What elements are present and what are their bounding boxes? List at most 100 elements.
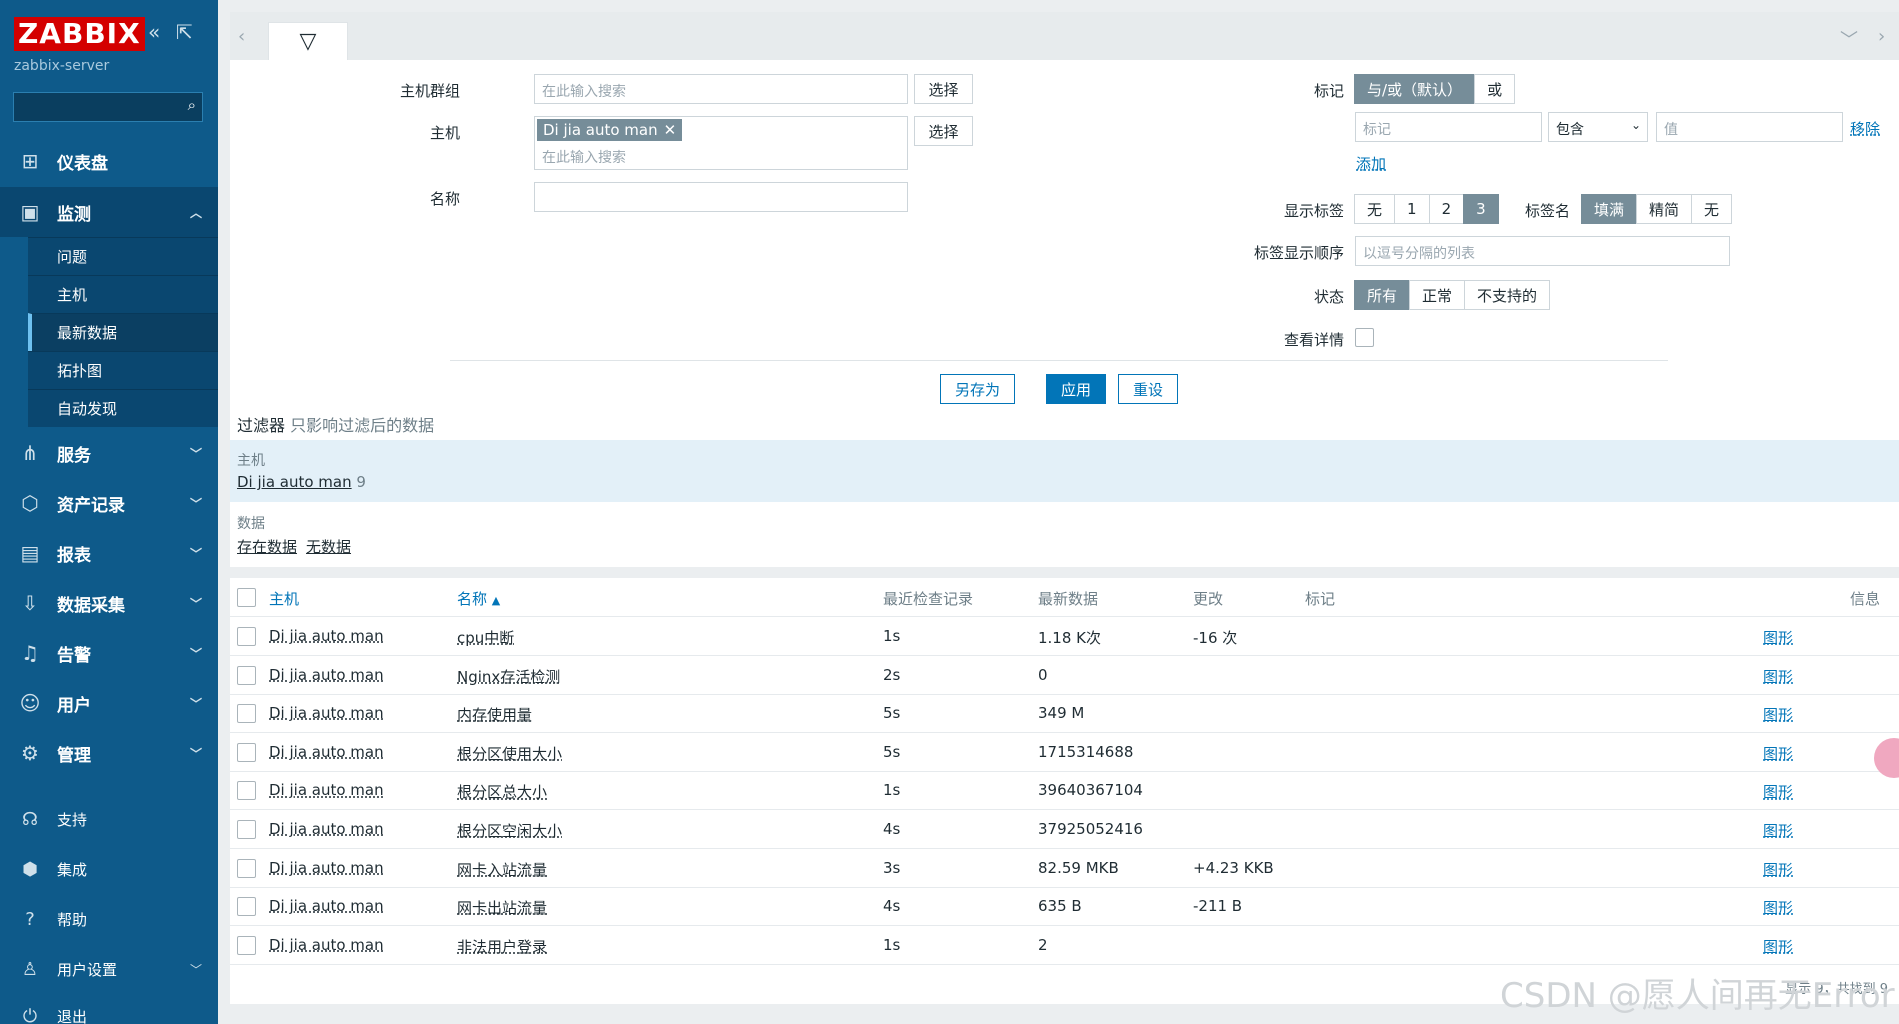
row-item-name[interactable]: 网卡出站流量 <box>457 897 547 918</box>
tags-or-option[interactable]: 或 <box>1474 74 1516 104</box>
chevron-down-icon[interactable]: ﹀ <box>1840 26 1858 52</box>
row-checkbox[interactable] <box>237 627 256 646</box>
row-host[interactable]: Di jia auto man <box>269 743 384 761</box>
host-groups-input[interactable]: 在此输入搜索 <box>534 74 908 104</box>
row-checkbox[interactable] <box>237 665 256 685</box>
nav-alerts[interactable]: ♫ 告警 ﹀ <box>0 628 218 678</box>
row-item-name[interactable]: 非法用户登录 <box>457 936 547 957</box>
tag-name-full[interactable]: 填满 <box>1581 194 1638 224</box>
row-checkbox[interactable] <box>237 820 256 839</box>
sub-hosts[interactable]: 主机 <box>28 275 218 313</box>
hosts-select-button[interactable]: 选择 <box>914 116 973 146</box>
select-all-checkbox[interactable] <box>237 588 256 607</box>
row-host[interactable]: Di jia auto man <box>269 820 384 838</box>
row-graph-link[interactable]: 图形 <box>1763 743 1793 764</box>
row-graph-link[interactable]: 图形 <box>1763 820 1793 841</box>
row-checkbox[interactable] <box>237 858 256 878</box>
nav-user-settings[interactable]: ♙ 用户设置 ﹀ <box>0 949 218 989</box>
nav-sign-out[interactable]: ⏻ 退出 <box>0 996 218 1024</box>
tag-operator-select[interactable]: 包含 ⌄ <box>1548 112 1648 142</box>
chevron-right-icon[interactable]: › <box>1878 26 1885 47</box>
nav-reports[interactable]: ▤ 报表 ﹀ <box>0 528 218 578</box>
state-unsupported[interactable]: 不支持的 <box>1464 280 1551 310</box>
row-graph-link[interactable]: 图形 <box>1763 781 1793 802</box>
add-tag-link[interactable]: 添加 <box>1356 153 1386 174</box>
tag-order-input[interactable]: 以逗号分隔的列表 <box>1355 236 1730 266</box>
row-checkbox[interactable] <box>237 704 256 724</box>
state-all[interactable]: 所有 <box>1354 280 1411 310</box>
row-item-name[interactable]: cpu中断 <box>457 627 514 648</box>
sub-latest-data[interactable]: 最新数据 <box>28 313 218 351</box>
row-checkbox[interactable] <box>237 897 256 917</box>
row-host[interactable]: Di jia auto man <box>269 704 384 722</box>
summary-host-entry[interactable]: Di jia auto man 9 <box>237 473 366 491</box>
row-checkbox[interactable] <box>237 781 256 801</box>
tags-andor-option[interactable]: 与/或（默认） <box>1354 74 1476 104</box>
row-checkbox[interactable] <box>237 935 256 955</box>
details-checkbox[interactable] <box>1355 328 1374 347</box>
sub-discovery[interactable]: 自动发现 <box>28 389 218 427</box>
nav-support[interactable]: ☊ 支持 <box>0 799 218 839</box>
search-icon[interactable]: ⌕ <box>188 96 196 114</box>
sub-problems[interactable]: 问题 <box>28 237 218 275</box>
chevron-left-icon[interactable]: ‹ <box>238 26 245 47</box>
apply-button[interactable]: 应用 <box>1046 374 1106 404</box>
row-graph-link[interactable]: 图形 <box>1763 897 1793 918</box>
nav-users[interactable]: ☺ 用户 ﹀ <box>0 678 218 728</box>
summary-with-data[interactable]: 存在数据 <box>237 536 297 557</box>
kiosk-mode-icon[interactable]: ⇱ <box>176 20 193 44</box>
host-groups-select-button[interactable]: 选择 <box>914 74 973 104</box>
zabbix-logo[interactable]: ZABBIX <box>14 17 145 51</box>
save-as-button[interactable]: 另存为 <box>940 374 1015 404</box>
show-tags-2[interactable]: 2 <box>1428 194 1465 224</box>
row-item-name[interactable]: 根分区空闲大小 <box>457 820 562 841</box>
header-host[interactable]: 主机 <box>269 588 299 609</box>
host-chip[interactable]: Di jia auto man ✕ <box>537 119 683 141</box>
row-host[interactable]: Di jia auto man <box>269 859 384 877</box>
row-item-name[interactable]: 根分区使用大小 <box>457 743 562 764</box>
tag-name-input[interactable]: 标记 <box>1355 112 1542 142</box>
sidebar-search-input[interactable]: ⌕ <box>13 92 203 122</box>
row-host[interactable]: Di jia auto man <box>269 666 384 684</box>
remove-tag-link[interactable]: 移除 <box>1850 118 1880 139</box>
state-normal[interactable]: 正常 <box>1409 280 1466 310</box>
nav-integrations[interactable]: ⬢ 集成 <box>0 849 218 889</box>
row-graph-link[interactable]: 图形 <box>1763 627 1793 648</box>
summary-host-name[interactable]: Di jia auto man <box>237 473 352 491</box>
tag-name-short[interactable]: 精简 <box>1636 194 1693 224</box>
nav-dashboard[interactable]: ⊞ 仪表盘 <box>0 136 218 186</box>
name-input[interactable] <box>534 182 908 212</box>
row-item-name[interactable]: 内存使用量 <box>457 704 532 725</box>
row-item-name[interactable]: Nginx存活检测 <box>457 666 560 687</box>
tag-value-input[interactable]: 值 <box>1656 112 1843 142</box>
close-icon[interactable]: ✕ <box>664 121 677 139</box>
show-tags-1[interactable]: 1 <box>1394 194 1430 224</box>
nav-inventory[interactable]: ⬡ 资产记录 ﹀ <box>0 478 218 528</box>
row-graph-link[interactable]: 图形 <box>1763 936 1793 957</box>
summary-without-data[interactable]: 无数据 <box>306 536 351 557</box>
row-host[interactable]: Di jia auto man <box>269 897 384 915</box>
row-item-name[interactable]: 网卡入站流量 <box>457 859 547 880</box>
nav-administration[interactable]: ⚙ 管理 ﹀ <box>0 728 218 778</box>
collapse-sidebar-icon[interactable]: « <box>148 20 160 44</box>
reset-button[interactable]: 重设 <box>1118 374 1178 404</box>
row-host[interactable]: Di jia auto man <box>269 781 384 799</box>
sub-maps[interactable]: 拓扑图 <box>28 351 218 389</box>
show-tags-none[interactable]: 无 <box>1354 194 1396 224</box>
row-graph-link[interactable]: 图形 <box>1763 859 1793 880</box>
row-host[interactable]: Di jia auto man <box>269 936 384 954</box>
hosts-input[interactable]: Di jia auto man ✕ 在此输入搜索 <box>534 116 908 170</box>
show-tags-3[interactable]: 3 <box>1463 194 1499 224</box>
row-item-name[interactable]: 根分区总大小 <box>457 781 547 802</box>
row-graph-link[interactable]: 图形 <box>1763 704 1793 725</box>
row-graph-link[interactable]: 图形 <box>1763 666 1793 687</box>
nav-services[interactable]: ⋔ 服务 ﹀ <box>0 428 218 478</box>
row-host[interactable]: Di jia auto man <box>269 627 384 645</box>
nav-data-collection[interactable]: ⇩ 数据采集 ﹀ <box>0 578 218 628</box>
row-checkbox[interactable] <box>237 742 256 762</box>
tag-name-none[interactable]: 无 <box>1691 194 1733 224</box>
nav-monitoring[interactable]: ▣ 监测 ︿ <box>0 187 218 237</box>
nav-help[interactable]: ? 帮助 <box>0 899 218 939</box>
header-name[interactable]: 名称 ▲ <box>457 588 500 609</box>
filter-tab[interactable]: ▽ <box>268 22 348 62</box>
